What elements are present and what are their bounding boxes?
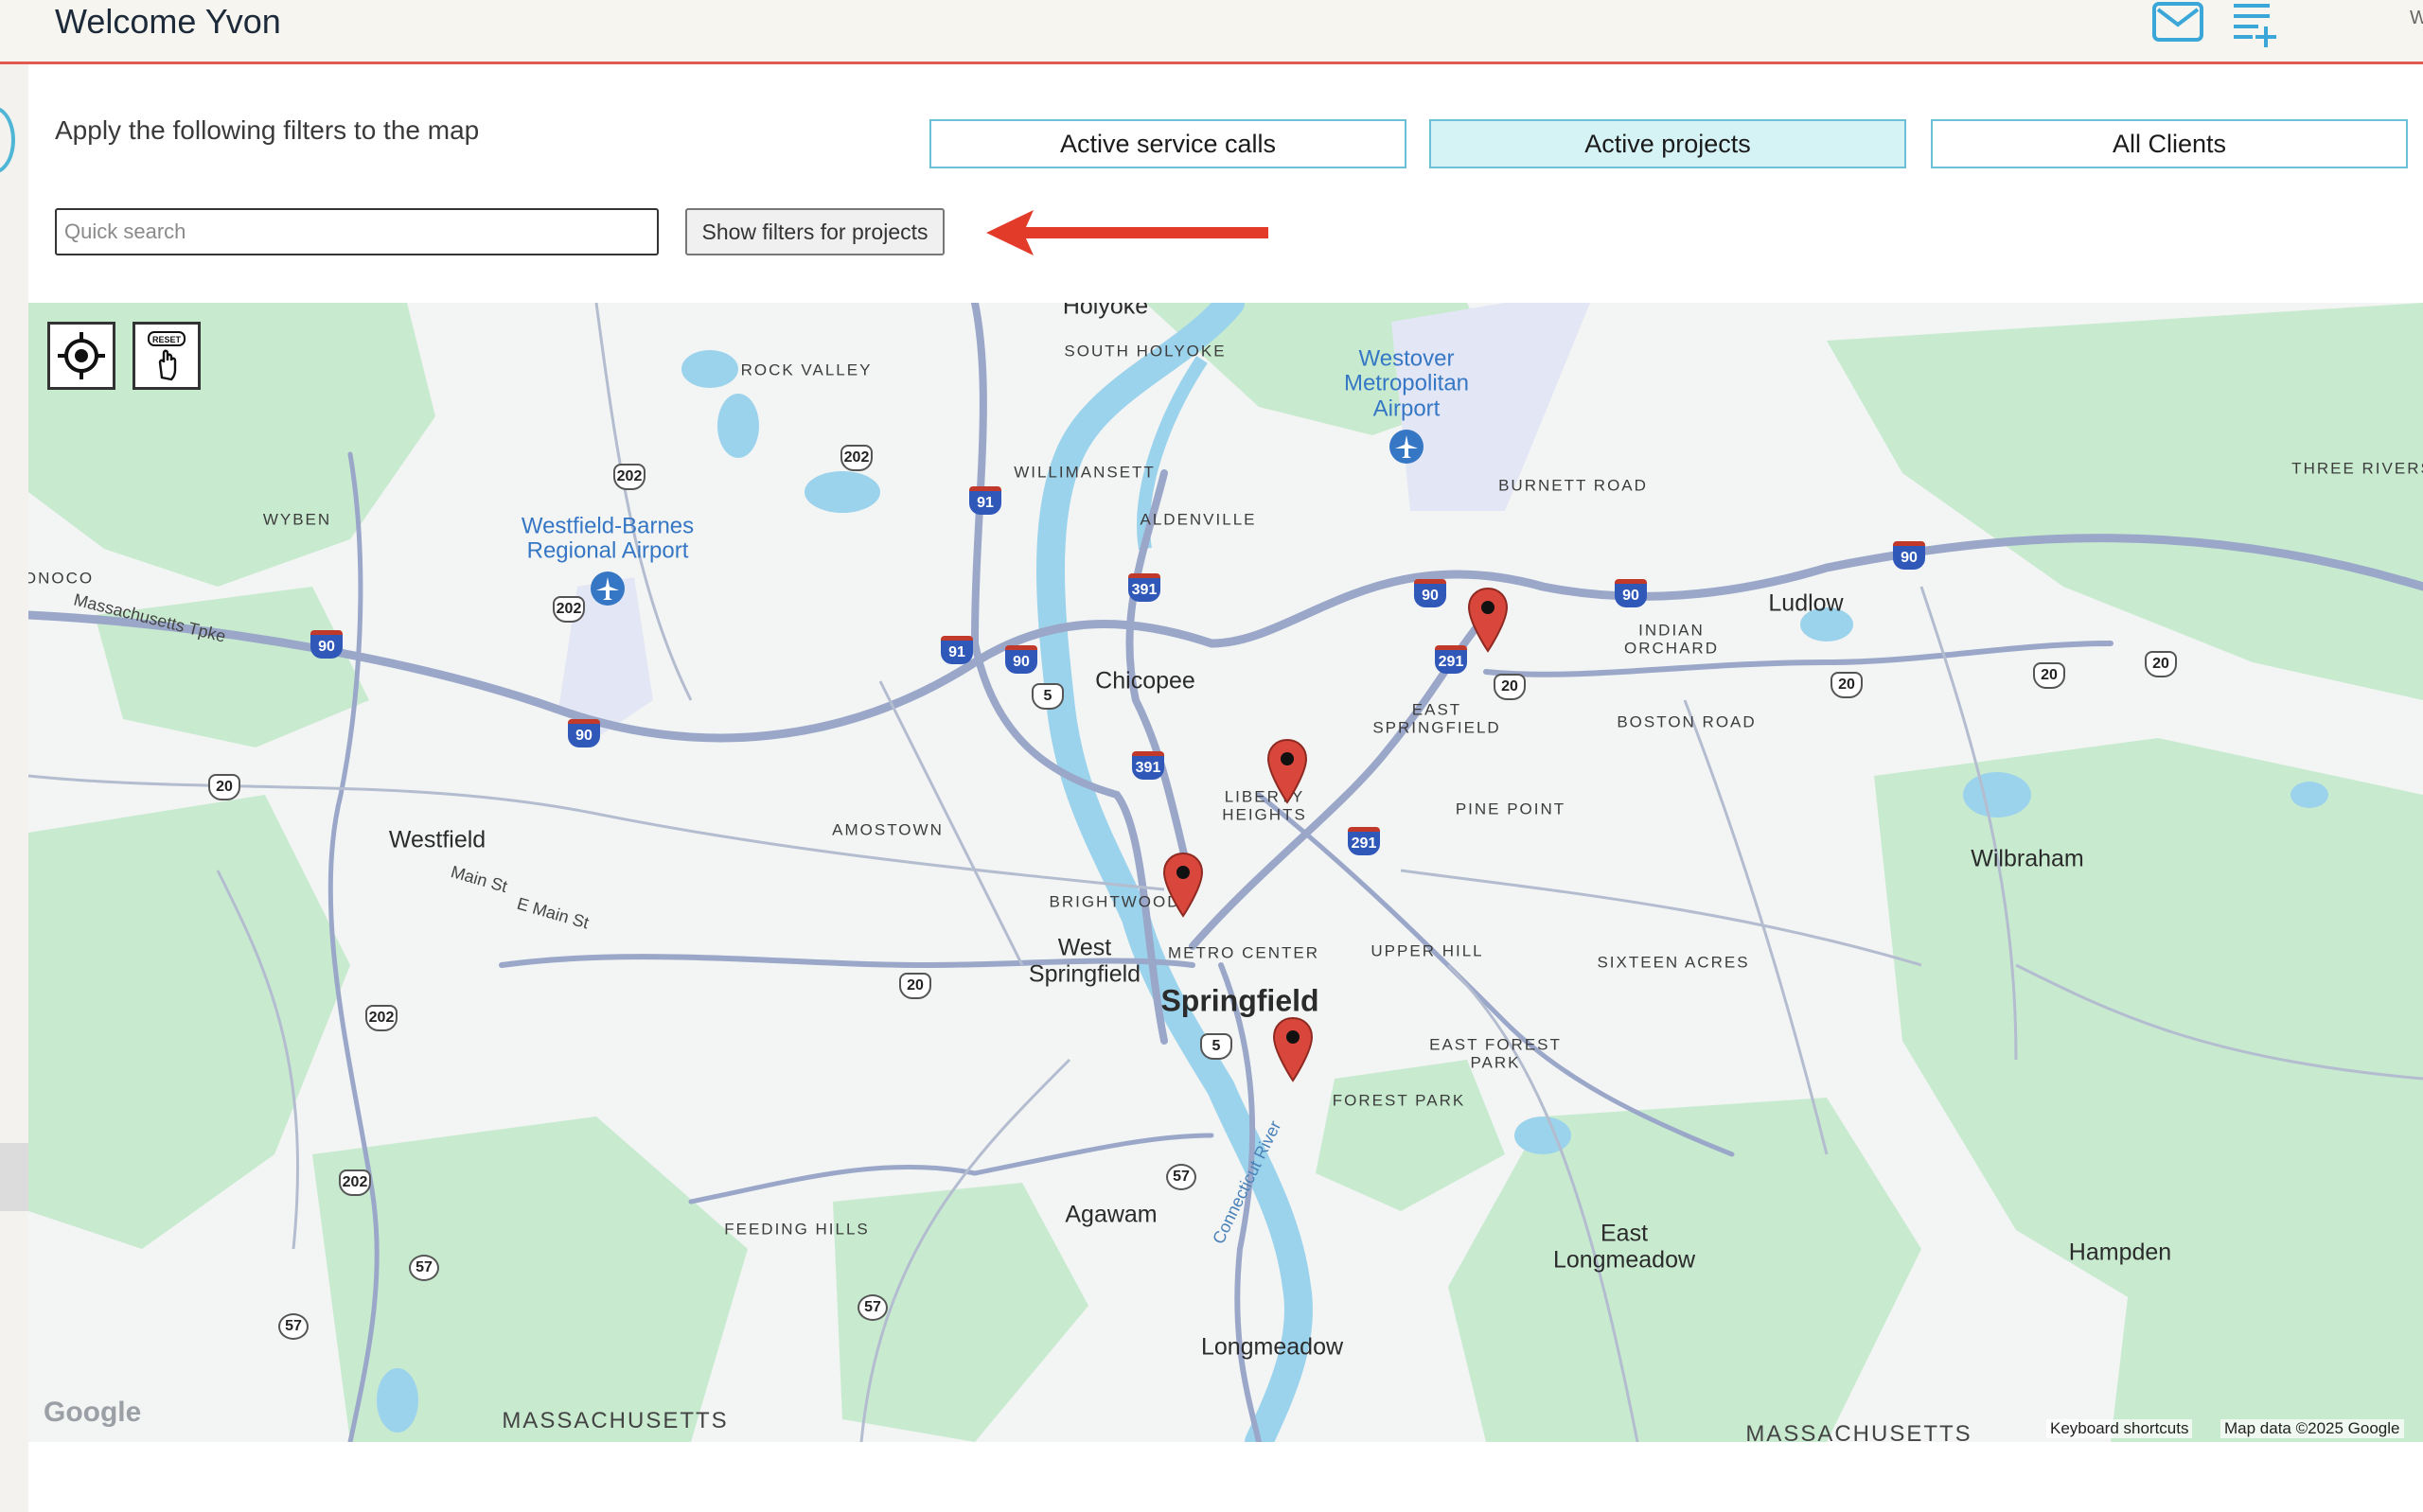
map-label-massachusetts: MASSACHUSETTS [502,1407,729,1433]
map-label-willimansett: WILLIMANSETT [1014,463,1156,482]
highway-shield: 391 [1128,573,1160,602]
map-label-pine-point: PINE POINT [1455,800,1566,818]
map-pin-marker[interactable] [1272,1016,1314,1082]
map-label-south-holyoke: SOUTH HOLYOKE [1064,342,1227,360]
user-initial: W [2410,8,2423,28]
keyboard-shortcuts-link[interactable]: Keyboard shortcuts [2046,1419,2193,1438]
highway-shield: 202 [339,1169,371,1196]
highway-shield: 20 [2145,651,2177,677]
map-label-east-forest-park: EAST FOREST PARK [1429,1035,1562,1071]
map-label-three-rivers: THREE RIVERS [2291,459,2423,478]
map-label-brightwood: BRIGHTWOOD [1049,892,1181,911]
reset-label: RESET [152,335,182,344]
map-label-east-springfield: EAST SPRINGFIELD [1372,700,1501,736]
highway-shield: 57 [858,1294,888,1321]
highway-shield: 5 [1200,1033,1232,1060]
map-label-boston-road: BOSTON ROAD [1617,712,1757,731]
map-label-agawam: Agawam [1065,1201,1158,1228]
highway-shield: 5 [1032,683,1064,710]
highway-shield: 20 [208,774,240,800]
map-label-burnett-road: BURNETT ROAD [1498,476,1648,495]
map-pin-marker[interactable] [1467,587,1509,653]
show-filters-for-projects-button[interactable]: Show filters for projects [685,208,945,255]
highway-shield: 20 [899,973,931,999]
map-label-hampden: Hampden [2068,1239,2172,1266]
airport-icon [1389,430,1424,464]
map-pin-marker[interactable] [1266,738,1308,804]
map-label-springfield: Springfield [1160,983,1319,1018]
map-label-westfield: Westfield [388,826,486,853]
map-label-metro-center: METRO CENTER [1168,943,1319,962]
highway-shield: 202 [840,445,873,471]
map-label-onoco: ONOCO [28,569,95,588]
mail-icon[interactable] [2150,0,2207,45]
map-label-indian-orchard: INDIAN ORCHARD [1624,621,1719,657]
map-label-forest-park: FOREST PARK [1332,1091,1466,1110]
highway-shield: 90 [1893,541,1925,570]
map-label-holyoke: Holyoke [1062,303,1149,320]
map-label-wilbraham: Wilbraham [1971,845,2084,872]
locate-button[interactable] [47,322,115,390]
highway-shield: 202 [553,596,585,623]
map-label-aldenville: ALDENVILLE [1140,510,1257,529]
filter-all-clients-button[interactable]: All Clients [1931,119,2408,168]
highway-shield: 202 [613,464,646,490]
top-bar: Welcome Yvon W [0,0,2423,64]
quick-search-input[interactable] [55,208,659,255]
map-pin-marker[interactable] [1162,852,1204,918]
highway-shield: 57 [409,1255,439,1281]
highway-shield: 91 [941,636,973,664]
map-label-longmeadow: Longmeadow [1200,1333,1344,1361]
map-label-westover-airport: Westover Metropolitan Airport [1343,345,1470,422]
highway-shield: 91 [969,486,1001,515]
map-label-sixteen-acres: SIXTEEN ACRES [1597,953,1750,972]
filters-subtitle: Apply the following filters to the map [55,115,480,145]
crosshair-locate-icon [58,332,105,379]
map-label-westfield-barnes-airport: Westfield-Barnes Regional Airport [521,513,695,564]
highway-shield: 20 [1494,674,1526,700]
map-label-chicopee: Chicopee [1095,667,1195,694]
red-arrow-icon [986,210,1268,255]
highway-shield: 57 [278,1313,309,1340]
highway-shield: 391 [1132,751,1164,780]
map-label-rock-valley: ROCK VALLEY [740,360,873,379]
highway-shield: 20 [2033,662,2065,689]
highway-shield: 202 [365,1005,398,1031]
highway-shield: 90 [1005,645,1037,674]
highway-shield: 20 [1831,672,1863,698]
highway-shield: 90 [1414,579,1446,607]
highway-shield: 90 [310,630,343,659]
highway-shield: 57 [1166,1164,1196,1190]
map-label-upper-hill: UPPER HILL [1371,941,1484,960]
highway-shield: 90 [568,719,600,747]
reset-map-button[interactable]: RESET [133,322,201,390]
welcome-title: Welcome Yvon [55,2,281,41]
highway-shield: 90 [1615,579,1647,607]
google-logo: Google [44,1397,142,1428]
map-label-west-springfield: West Springfield [1028,934,1141,987]
highway-shield: 291 [1435,645,1467,674]
hand-pointer-icon: RESET [148,331,186,381]
filter-active-projects-button[interactable]: Active projects [1429,119,1906,168]
map-view[interactable]: Holyoke SOUTH HOLYOKE ROCK VALLEY Westov… [28,303,2423,1442]
map-label-massachusetts-east: MASSACHUSETTS [1745,1420,1972,1442]
map-label-east-longmeadow: East Longmeadow [1552,1220,1696,1273]
map-data-attribution: Map data ©2025 Google [2220,1419,2404,1438]
left-sidebar-strip [0,64,28,1512]
highway-shield: 291 [1348,827,1380,855]
airport-icon [591,571,625,606]
sidebar-handle[interactable] [0,1143,28,1211]
map-base-layer [28,303,2423,1442]
map-label-feeding-hills: FEEDING HILLS [724,1220,870,1239]
filter-active-service-calls-button[interactable]: Active service calls [929,119,1406,168]
map-label-amostown: AMOSTOWN [832,820,944,839]
map-label-wyben: WYBEN [262,510,332,529]
playlist-add-icon[interactable] [2230,0,2281,51]
map-label-ludlow: Ludlow [1768,589,1844,617]
